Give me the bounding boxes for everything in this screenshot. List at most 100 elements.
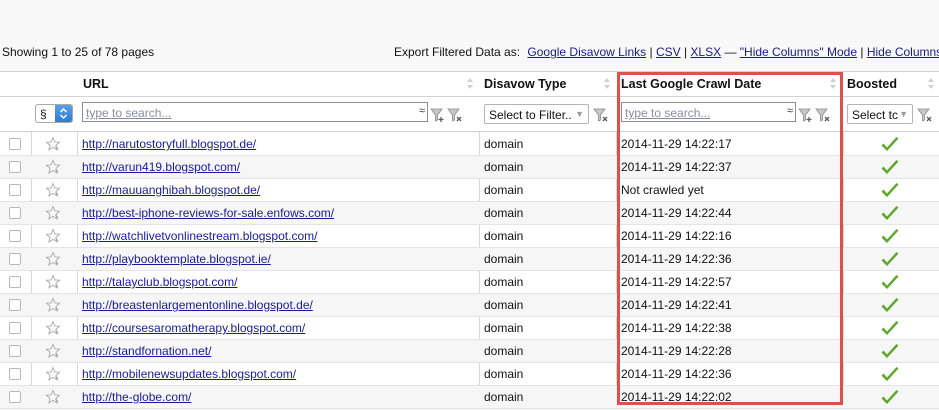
checkmark-icon[interactable] (880, 159, 900, 177)
clear-filter-icon[interactable] (447, 107, 463, 123)
chevron-down-icon: ▼ (575, 109, 584, 119)
sort-icon[interactable] (928, 77, 934, 91)
disavow-type-filter-select[interactable]: Select to Filter.. ▼ (484, 104, 589, 124)
table-row[interactable]: http://best-iphone-reviews-for-sale.enfo… (0, 202, 939, 225)
row-checkbox[interactable] (9, 138, 21, 150)
table-row[interactable]: http://varun419.blogspot.com/domain 2014-… (0, 156, 939, 179)
disavow-type-cell: domain (484, 390, 524, 404)
disavow-type-cell: domain (484, 321, 524, 335)
row-checkbox[interactable] (9, 161, 21, 173)
url-link[interactable]: http://the-globe.com/ (82, 390, 191, 404)
row-checkbox[interactable] (9, 184, 21, 196)
column-header-url[interactable]: URL (83, 77, 109, 91)
row-checkbox[interactable] (9, 368, 21, 380)
url-link[interactable]: http://coursesaromatherapy.blogspot.com/ (82, 321, 305, 335)
clear-filter-icon[interactable] (593, 107, 609, 123)
hide-columns-link[interactable]: Hide Columns (867, 45, 939, 59)
export-google-disavow-link[interactable]: Google Disavow Links (527, 45, 646, 59)
table-row[interactable]: http://mauuanghibah.blogspot.de/domain No… (0, 179, 939, 202)
star-icon[interactable] (45, 343, 61, 359)
row-checkbox[interactable] (9, 391, 21, 403)
page-size-select[interactable]: § (35, 104, 73, 123)
checkmark-icon[interactable] (880, 251, 900, 269)
row-checkbox[interactable] (9, 345, 21, 357)
add-filter-icon[interactable] (798, 107, 814, 123)
boosted-filter-select[interactable]: Select tc ▼ (847, 104, 913, 124)
table-row[interactable]: http://talayclub.blogspot.com/domain 2014… (0, 271, 939, 294)
export-xlsx-link[interactable]: XLSX (690, 45, 721, 59)
url-search-placeholder: type to search... (86, 106, 172, 120)
checkmark-icon[interactable] (880, 205, 900, 223)
star-icon[interactable] (45, 366, 61, 382)
chevron-updown-icon[interactable] (55, 105, 72, 122)
add-filter-icon[interactable] (430, 107, 446, 123)
clear-filter-icon[interactable] (815, 107, 831, 123)
star-icon[interactable] (45, 389, 61, 405)
checkmark-icon[interactable] (880, 136, 900, 154)
table-row[interactable]: http://playbooktemplate.blogspot.ie/doma… (0, 248, 939, 271)
disavow-type-cell: domain (484, 183, 524, 197)
url-link[interactable]: http://mobilenewsupdates.blogspot.com/ (82, 367, 296, 381)
star-icon[interactable] (45, 159, 61, 175)
table-row[interactable]: http://breastenlargementonline.blogspot.… (0, 294, 939, 317)
export-csv-link[interactable]: CSV (656, 45, 681, 59)
table-row[interactable]: http://standfornation.net/domain 2014-11-… (0, 340, 939, 363)
url-link[interactable]: http://playbooktemplate.blogspot.ie/ (82, 252, 271, 266)
clear-filter-icon[interactable] (917, 107, 933, 123)
star-icon[interactable] (45, 297, 61, 313)
star-icon[interactable] (45, 182, 61, 198)
column-header-boosted[interactable]: Boosted (847, 77, 897, 91)
checkmark-icon[interactable] (880, 182, 900, 200)
column-header-last-crawl[interactable]: Last Google Crawl Date (621, 77, 761, 91)
row-checkbox[interactable] (9, 207, 21, 219)
hide-columns-mode-link[interactable]: "Hide Columns" Mode (740, 45, 857, 59)
checkmark-icon[interactable] (880, 297, 900, 315)
row-checkbox[interactable] (9, 276, 21, 288)
checkmark-icon[interactable] (880, 389, 900, 407)
approx-icon[interactable]: ≈ (787, 105, 793, 117)
star-icon[interactable] (45, 320, 61, 336)
star-icon[interactable] (45, 228, 61, 244)
row-checkbox[interactable] (9, 230, 21, 242)
checkmark-icon[interactable] (880, 228, 900, 246)
star-icon[interactable] (45, 136, 61, 152)
approx-icon[interactable]: ≈ (419, 105, 425, 117)
table-row[interactable]: http://coursesaromatherapy.blogspot.com/… (0, 317, 939, 340)
url-link[interactable]: http://talayclub.blogspot.com/ (82, 275, 237, 289)
url-search-input[interactable]: type to search... ≈ (82, 102, 428, 122)
sort-icon[interactable] (830, 77, 836, 91)
checkmark-icon[interactable] (880, 343, 900, 361)
checkmark-icon[interactable] (880, 274, 900, 292)
separator: — (721, 45, 740, 59)
sort-icon[interactable] (604, 77, 610, 91)
checkmark-icon[interactable] (880, 366, 900, 384)
url-link[interactable]: http://narutostoryfull.blogspot.de/ (82, 137, 256, 151)
crawl-date-cell: 2014-11-29 14:22:44 (621, 206, 732, 220)
url-link[interactable]: http://varun419.blogspot.com/ (82, 160, 240, 174)
table-row[interactable]: http://the-globe.com/domain 2014-11-29 14… (0, 386, 939, 409)
sort-icon[interactable] (467, 77, 473, 91)
showing-count: Showing 1 to 25 of 78 pages (2, 45, 155, 59)
table-row[interactable]: http://mobilenewsupdates.blogspot.com/do… (0, 363, 939, 386)
table-row[interactable]: http://watchlivetvonlinestream.blogspot.… (0, 225, 939, 248)
url-link[interactable]: http://best-iphone-reviews-for-sale.enfo… (82, 206, 334, 220)
url-link[interactable]: http://breastenlargementonline.blogspot.… (82, 298, 313, 312)
row-checkbox[interactable] (9, 322, 21, 334)
separator: | (646, 45, 656, 59)
crawl-date-cell: 2014-11-29 14:22:41 (621, 298, 732, 312)
disavow-type-cell: domain (484, 160, 524, 174)
disavow-type-cell: domain (484, 344, 524, 358)
url-link[interactable]: http://watchlivetvonlinestream.blogspot.… (82, 229, 317, 243)
crawl-date-search-input[interactable]: type to search... ≈ (621, 102, 796, 122)
url-link[interactable]: http://mauuanghibah.blogspot.de/ (82, 183, 260, 197)
table-row[interactable]: http://narutostoryfull.blogspot.de/domai… (0, 133, 939, 156)
star-icon[interactable] (45, 205, 61, 221)
row-checkbox[interactable] (9, 253, 21, 265)
checkmark-icon[interactable] (880, 320, 900, 338)
row-checkbox[interactable] (9, 299, 21, 311)
star-icon[interactable] (45, 251, 61, 267)
url-link[interactable]: http://standfornation.net/ (82, 344, 211, 358)
star-icon[interactable] (45, 274, 61, 290)
column-header-disavow-type[interactable]: Disavow Type (484, 77, 566, 91)
chevron-down-icon: ▼ (899, 109, 908, 119)
